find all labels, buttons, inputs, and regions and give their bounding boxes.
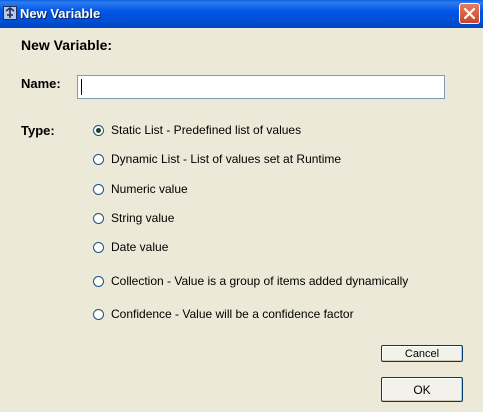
cancel-button[interactable]: Cancel — [381, 345, 463, 362]
title-bar[interactable]: New Variable — [0, 0, 483, 28]
radio-button[interactable] — [93, 183, 104, 195]
radio-option-confidence[interactable]: Confidence - Value will be a confidence … — [93, 305, 354, 323]
radio-label: Dynamic List - List of values set at Run… — [111, 152, 342, 166]
radio-label: String value — [111, 211, 175, 225]
radio-button[interactable] — [93, 124, 104, 136]
ok-button[interactable]: OK — [381, 377, 463, 402]
radio-button[interactable] — [93, 212, 104, 224]
radio-button[interactable] — [93, 308, 104, 320]
text-caret — [81, 79, 82, 95]
radio-option-numeric[interactable]: Numeric value — [93, 180, 188, 198]
radio-label: Confidence - Value will be a confidence … — [111, 307, 354, 321]
radio-option-static-list[interactable]: Static List - Predefined list of values — [93, 121, 301, 139]
radio-option-collection[interactable]: Collection - Value is a group of items a… — [93, 272, 408, 290]
type-label: Type: — [21, 123, 55, 138]
radio-option-date[interactable]: Date value — [93, 238, 168, 256]
radio-label: Numeric value — [111, 182, 188, 196]
name-label: Name: — [21, 76, 61, 91]
window-title: New Variable — [20, 6, 101, 21]
radio-button[interactable] — [93, 275, 104, 287]
radio-option-string[interactable]: String value — [93, 209, 174, 227]
radio-button[interactable] — [93, 153, 104, 165]
app-icon — [3, 6, 17, 20]
radio-label: Collection - Value is a group of items a… — [111, 274, 409, 288]
close-button[interactable] — [459, 3, 480, 24]
radio-button[interactable] — [93, 241, 104, 253]
radio-label: Static List - Predefined list of values — [111, 123, 302, 137]
name-input[interactable] — [77, 75, 445, 99]
radio-option-dynamic-list[interactable]: Dynamic List - List of values set at Run… — [93, 150, 341, 168]
radio-label: Date value — [111, 240, 169, 254]
close-icon — [463, 7, 476, 20]
dialog-heading: New Variable: — [21, 37, 113, 53]
